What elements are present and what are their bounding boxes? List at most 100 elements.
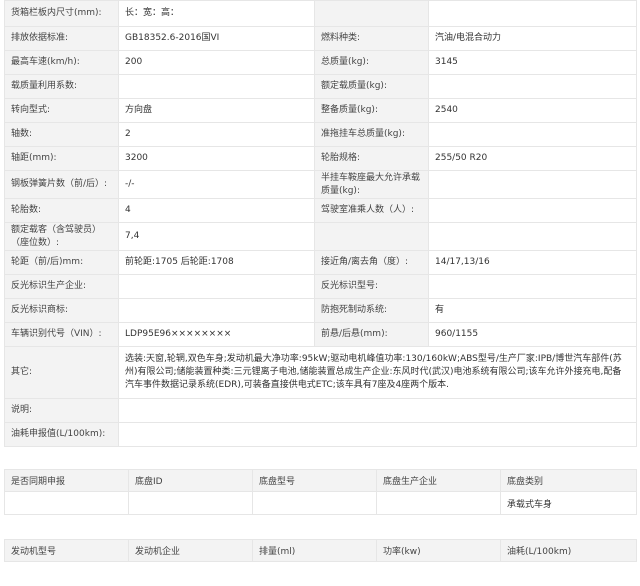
spec-row: 反光标识生产企业: 反光标识型号:: [4, 274, 637, 299]
other-row: 其它: 选装:天窗,轮辋,双色车身;发动机最大净功率:95kW;驱动电机峰值功率…: [4, 346, 637, 399]
spec-value: [428, 74, 637, 99]
spec-label: 整备质量(kg):: [314, 98, 429, 123]
spec-row: 货箱栏板内尺寸(mm): 长：宽：高：: [4, 0, 637, 27]
spec-value: LDP95E96××××××××: [118, 322, 315, 347]
spec-label: 车辆识别代号（VIN）:: [4, 322, 119, 347]
spec-value: [118, 274, 315, 299]
note-label: 说明:: [4, 398, 119, 423]
other-text: 选装:天窗,轮辋,双色车身;发动机最大净功率:95kW;驱动电机峰值功率:130…: [118, 346, 637, 399]
spec-label: 轴数:: [4, 122, 119, 147]
spec-label: 准拖挂车总质量(kg):: [314, 122, 429, 147]
spec-value: 4: [118, 198, 315, 223]
chassis-cell: [376, 491, 501, 515]
engine-header-row: 发动机型号 发动机企业 排量(ml) 功率(kw) 油耗(L/100km): [4, 539, 637, 562]
spec-label: 转向型式:: [4, 98, 119, 123]
spec-label: 额定载客（含驾驶员）（座位数）:: [4, 222, 119, 251]
chassis-cell: 承载式车身: [500, 491, 637, 515]
spec-label: 半挂车鞍座最大允许承载质量(kg):: [314, 170, 429, 199]
spec-label: 前悬/后悬(mm):: [314, 322, 429, 347]
spec-value: 3145: [428, 50, 637, 75]
spec-label: 总质量(kg):: [314, 50, 429, 75]
note-text: [118, 398, 637, 423]
spec-row: 载质量利用系数: 额定载质量(kg):: [4, 74, 637, 99]
chassis-data-row: 承载式车身: [4, 491, 637, 515]
spec-row: 轴距(mm): 3200 轮胎规格: 255/50 R20: [4, 146, 637, 171]
spec-row: 转向型式: 方向盘 整备质量(kg): 2540: [4, 98, 637, 123]
spec-value: 2540: [428, 98, 637, 123]
spec-value: 长：宽：高：: [118, 0, 315, 27]
engine-header-cell: 油耗(L/100km): [500, 539, 637, 562]
chassis-header-row: 是否同期申报 底盘ID 底盘型号 底盘生产企业 底盘类别: [4, 469, 637, 492]
chassis-header-cell: 底盘ID: [128, 469, 253, 492]
spec-value: [428, 170, 637, 199]
spec-value: [428, 0, 637, 27]
spec-label: 接近角/离去角（度）:: [314, 250, 429, 275]
chassis-cell: [4, 491, 129, 515]
fuel-row: 油耗申报值(L/100km):: [4, 422, 637, 447]
chassis-cell: [252, 491, 377, 515]
spec-value: [118, 74, 315, 99]
spec-value: [428, 198, 637, 223]
spec-value: 7,4: [118, 222, 315, 251]
spec-label: 钢板弹簧片数（前/后）:: [4, 170, 119, 199]
spec-label: 排放依据标准:: [4, 26, 119, 51]
spec-row: 轮距（前/后)mm: 前轮距:1705 后轮距:1708 接近角/离去角（度）: 14…: [4, 250, 637, 275]
chassis-cell: [128, 491, 253, 515]
chassis-header-cell: 底盘生产企业: [376, 469, 501, 492]
spec-label: 反光标识商标:: [4, 298, 119, 323]
spec-label: [314, 0, 429, 27]
spec-label: 反光标识型号:: [314, 274, 429, 299]
spec-value: [118, 298, 315, 323]
spec-value: 有: [428, 298, 637, 323]
spec-label: [314, 222, 429, 251]
spec-label: 额定载质量(kg):: [314, 74, 429, 99]
spec-row: 轮胎数: 4 驾驶室准乘人数（人）:: [4, 198, 637, 223]
fuel-text: [118, 422, 637, 447]
spec-label: 轴距(mm):: [4, 146, 119, 171]
spec-value: [428, 274, 637, 299]
spec-label: 最高车速(km/h):: [4, 50, 119, 75]
vehicle-spec-page: 货箱栏板内尺寸(mm): 长：宽：高： 排放依据标准: GB18352.6-2016国…: [0, 0, 640, 586]
spec-value: 前轮距:1705 后轮距:1708: [118, 250, 315, 275]
spec-value: 200: [118, 50, 315, 75]
spec-label: 防抱死制动系统:: [314, 298, 429, 323]
engine-header-cell: 功率(kw): [376, 539, 501, 562]
note-row: 说明:: [4, 398, 637, 423]
spec-row: 钢板弹簧片数（前/后）: -/- 半挂车鞍座最大允许承载质量(kg):: [4, 170, 637, 199]
spec-row: 最高车速(km/h): 200 总质量(kg): 3145: [4, 50, 637, 75]
spec-value: GB18352.6-2016国VI: [118, 26, 315, 51]
spec-label: 载质量利用系数:: [4, 74, 119, 99]
spec-label: 轮距（前/后)mm:: [4, 250, 119, 275]
spec-value: 960/1155: [428, 322, 637, 347]
spec-label: 货箱栏板内尺寸(mm):: [4, 0, 119, 27]
other-label: 其它:: [4, 346, 119, 399]
spec-value: -/-: [118, 170, 315, 199]
spec-label: 轮胎规格:: [314, 146, 429, 171]
chassis-table: 是否同期申报 底盘ID 底盘型号 底盘生产企业 底盘类别 承载式车身: [4, 469, 637, 515]
spec-value: 2: [118, 122, 315, 147]
spec-value: 方向盘: [118, 98, 315, 123]
chassis-header-cell: 底盘类别: [500, 469, 637, 492]
spec-row: 车辆识别代号（VIN）: LDP95E96×××××××× 前悬/后悬(mm): 96…: [4, 322, 637, 347]
spec-value: 汽油/电混合动力: [428, 26, 637, 51]
spec-row: 反光标识商标: 防抱死制动系统: 有: [4, 298, 637, 323]
spec-row: 额定载客（含驾驶员）（座位数）: 7,4: [4, 222, 637, 251]
engine-header-cell: 发动机企业: [128, 539, 253, 562]
spec-table: 货箱栏板内尺寸(mm): 长：宽：高： 排放依据标准: GB18352.6-2016国…: [4, 0, 637, 447]
chassis-header-cell: 底盘型号: [252, 469, 377, 492]
chassis-header-cell: 是否同期申报: [4, 469, 129, 492]
fuel-label: 油耗申报值(L/100km):: [4, 422, 119, 447]
spec-table-body: 货箱栏板内尺寸(mm): 长：宽：高： 排放依据标准: GB18352.6-2016国…: [4, 0, 637, 347]
spec-label: 反光标识生产企业:: [4, 274, 119, 299]
spec-value: 255/50 R20: [428, 146, 637, 171]
spec-label: 燃料种类:: [314, 26, 429, 51]
engine-header-cell: 排量(ml): [252, 539, 377, 562]
spec-value: [428, 222, 637, 251]
engine-table: 发动机型号 发动机企业 排量(ml) 功率(kw) 油耗(L/100km): [4, 539, 637, 562]
spec-value: 3200: [118, 146, 315, 171]
spec-row: 轴数: 2 准拖挂车总质量(kg):: [4, 122, 637, 147]
spec-value: 14/17,13/16: [428, 250, 637, 275]
spec-label: 轮胎数:: [4, 198, 119, 223]
engine-header-cell: 发动机型号: [4, 539, 129, 562]
spec-row: 排放依据标准: GB18352.6-2016国VI 燃料种类: 汽油/电混合动力: [4, 26, 637, 51]
